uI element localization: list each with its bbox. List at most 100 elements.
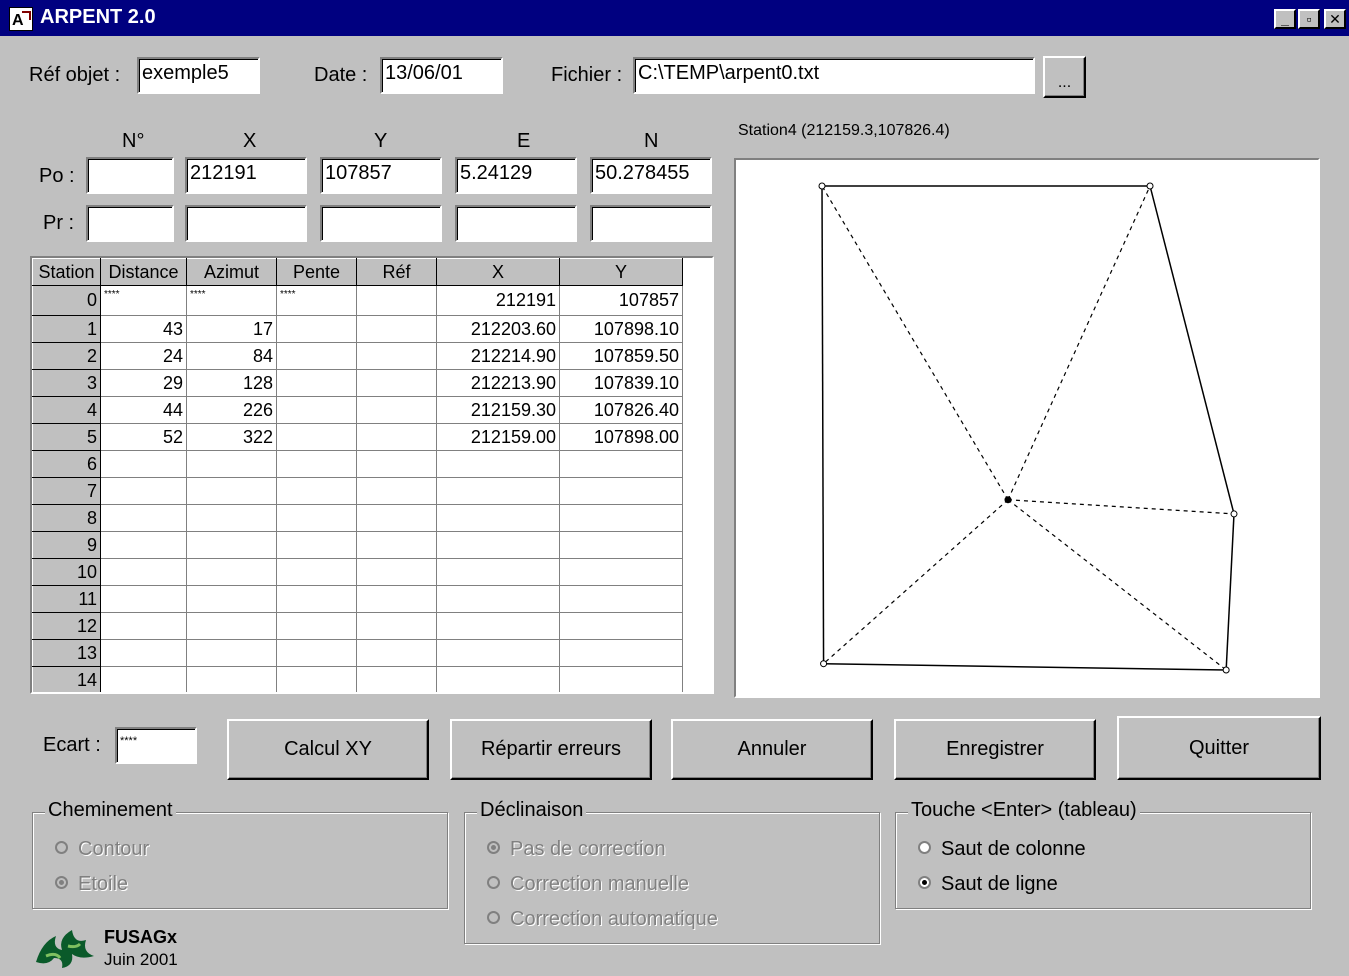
table-row[interactable]: 2 24 84 212214.90 107859.50 (32, 342, 683, 370)
pr-y-input[interactable] (320, 205, 442, 242)
cell-azimut[interactable] (186, 477, 277, 505)
cell-x[interactable]: 212159.30 (436, 396, 560, 424)
calcul-xy-button[interactable]: Calcul XY (227, 719, 429, 780)
table-row[interactable]: 4 44 226 212159.30 107826.40 (32, 396, 683, 424)
radio-saut-de-colonne[interactable]: Saut de colonne (918, 838, 1086, 861)
grid-header-y[interactable]: Y (559, 258, 683, 286)
cell-y[interactable] (559, 666, 683, 692)
radio-saut-de-ligne[interactable]: Saut de ligne (918, 873, 1058, 896)
pr-e-input[interactable] (455, 205, 577, 242)
cell-ref[interactable] (356, 531, 437, 559)
cell-x[interactable] (436, 531, 560, 559)
cell-distance[interactable] (100, 639, 187, 667)
cell-y[interactable] (559, 477, 683, 505)
cell-y[interactable] (559, 531, 683, 559)
cell-y[interactable]: 107859.50 (559, 342, 683, 370)
cell-x[interactable]: 212213.90 (436, 369, 560, 397)
cell-pente[interactable] (276, 639, 357, 667)
date-input[interactable]: 13/06/01 (380, 57, 503, 94)
cell-x[interactable] (436, 585, 560, 613)
ecart-input[interactable]: **** (115, 727, 197, 764)
cell-pente[interactable] (276, 477, 357, 505)
cell-x[interactable] (436, 558, 560, 586)
cell-ref[interactable] (356, 396, 437, 424)
cell-azimut[interactable]: **** (186, 285, 277, 316)
cell-distance[interactable] (100, 477, 187, 505)
cell-y[interactable]: 107898.00 (559, 423, 683, 451)
cell-ref[interactable] (356, 477, 437, 505)
cell-azimut[interactable]: 17 (186, 315, 277, 343)
cell-ref[interactable] (356, 612, 437, 640)
table-row[interactable]: 5 52 322 212159.00 107898.00 (32, 423, 683, 451)
cell-y[interactable]: 107857 (559, 285, 683, 316)
cell-pente[interactable] (276, 369, 357, 397)
cell-distance[interactable]: 52 (100, 423, 187, 451)
cell-azimut[interactable] (186, 585, 277, 613)
cell-ref[interactable] (356, 504, 437, 532)
cell-distance[interactable]: 24 (100, 342, 187, 370)
cell-ref[interactable] (356, 285, 437, 316)
table-row[interactable]: 0 **** **** **** 212191 107857 (32, 285, 683, 316)
radio-contour[interactable]: Contour (55, 838, 149, 861)
cell-pente[interactable] (276, 423, 357, 451)
cell-ref[interactable] (356, 342, 437, 370)
cell-x[interactable]: 212159.00 (436, 423, 560, 451)
cell-y[interactable] (559, 612, 683, 640)
radio-etoile[interactable]: Etoile (55, 873, 128, 896)
cell-y[interactable] (559, 585, 683, 613)
cell-azimut[interactable] (186, 639, 277, 667)
table-row[interactable]: 1 43 17 212203.60 107898.10 (32, 315, 683, 343)
table-row[interactable]: 9 (32, 531, 683, 559)
cell-ref[interactable] (356, 639, 437, 667)
cell-pente[interactable] (276, 612, 357, 640)
table-row[interactable]: 8 (32, 504, 683, 532)
cell-ref[interactable] (356, 585, 437, 613)
cell-distance[interactable] (100, 504, 187, 532)
cell-azimut[interactable]: 226 (186, 396, 277, 424)
cell-pente[interactable] (276, 666, 357, 692)
po-x-input[interactable]: 212191 (185, 157, 307, 194)
grid-header-x[interactable]: X (436, 258, 560, 286)
cell-ref[interactable] (356, 558, 437, 586)
cell-azimut[interactable] (186, 504, 277, 532)
grid-header-station[interactable]: Station (32, 258, 101, 286)
cell-pente[interactable] (276, 585, 357, 613)
cell-distance[interactable]: **** (100, 285, 187, 316)
pr-n-input[interactable] (590, 205, 712, 242)
quitter-button[interactable]: Quitter (1117, 716, 1321, 780)
cell-pente[interactable] (276, 558, 357, 586)
cell-y[interactable] (559, 504, 683, 532)
minimize-button[interactable]: _ (1274, 9, 1296, 29)
table-row[interactable]: 11 (32, 585, 683, 613)
cell-azimut[interactable] (186, 450, 277, 478)
cell-y[interactable] (559, 558, 683, 586)
cell-distance[interactable]: 29 (100, 369, 187, 397)
browse-button[interactable]: ... (1043, 56, 1086, 98)
cell-distance[interactable]: 44 (100, 396, 187, 424)
grid-header-azimut[interactable]: Azimut (186, 258, 277, 286)
table-row[interactable]: 6 (32, 450, 683, 478)
cell-pente[interactable] (276, 342, 357, 370)
table-row[interactable]: 7 (32, 477, 683, 505)
cell-ref[interactable] (356, 423, 437, 451)
cell-distance[interactable] (100, 612, 187, 640)
cell-distance[interactable] (100, 450, 187, 478)
cell-y[interactable]: 107839.10 (559, 369, 683, 397)
cell-azimut[interactable]: 128 (186, 369, 277, 397)
pr-no-input[interactable] (86, 205, 174, 242)
cell-distance[interactable] (100, 558, 187, 586)
cell-azimut[interactable] (186, 612, 277, 640)
cell-x[interactable] (436, 477, 560, 505)
grid-header-pente[interactable]: Pente (276, 258, 357, 286)
grid-header-distance[interactable]: Distance (100, 258, 187, 286)
cell-ref[interactable] (356, 450, 437, 478)
po-no-input[interactable] (86, 157, 174, 194)
enregistrer-button[interactable]: Enregistrer (894, 719, 1096, 780)
cell-x[interactable]: 212203.60 (436, 315, 560, 343)
cell-x[interactable] (436, 666, 560, 692)
table-row[interactable]: 13 (32, 639, 683, 667)
cell-pente[interactable]: **** (276, 285, 357, 316)
cell-ref[interactable] (356, 315, 437, 343)
grid-header-ref[interactable]: Réf (356, 258, 437, 286)
station-grid[interactable]: Station Distance Azimut Pente Réf X Y 0 *… (30, 256, 714, 694)
